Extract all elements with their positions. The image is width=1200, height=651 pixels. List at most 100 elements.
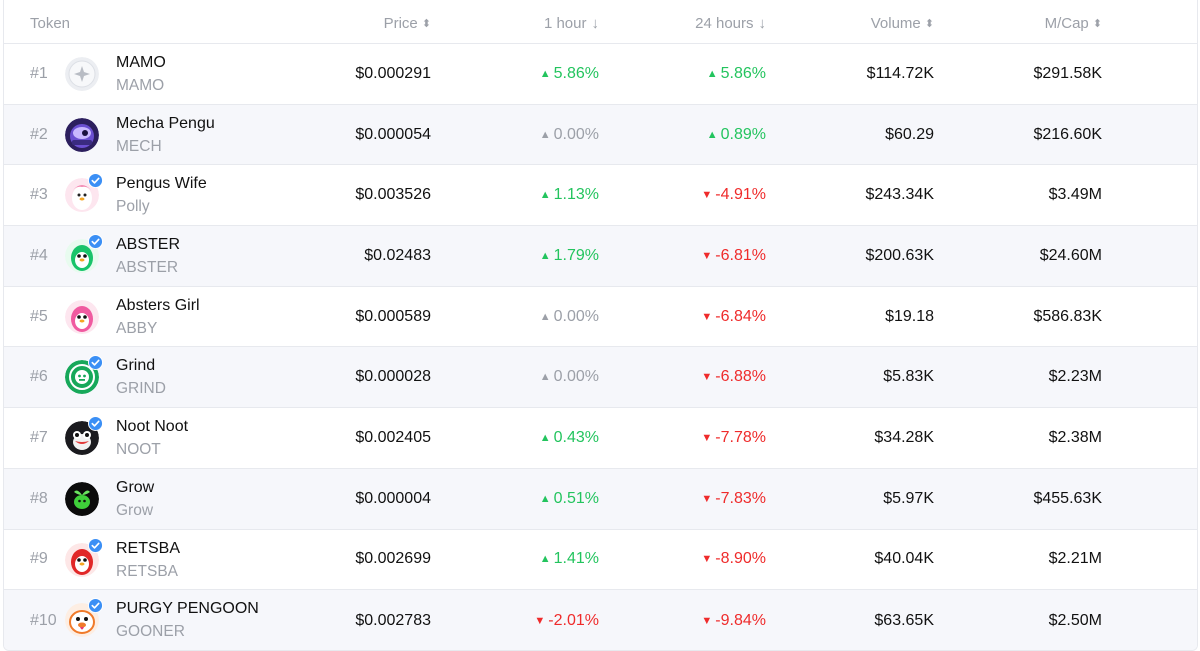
table-row[interactable]: #10 PURGY PENGOON GOONER $0.002783 ▼ -2.01% ▼ -… xyxy=(4,590,1197,650)
volume: $19.18 xyxy=(885,307,934,325)
table-row[interactable]: #9 RETSBA RETSBA $0.002699 ▲ 1.41% ▼ -8.90% $40.… xyxy=(4,530,1197,591)
change-24h: ▼ -6.81% xyxy=(701,246,766,264)
change-1h: ▲ 5.86% xyxy=(539,64,599,82)
token-symbol: NOOT xyxy=(116,441,161,459)
table-row[interactable]: #8 Grow Grow $0.000004 ▲ 0.51% ▼ -7.83% $5.97K $4… xyxy=(4,468,1197,530)
market-cap: $24.60M xyxy=(1039,246,1102,264)
volume: $63.65K xyxy=(874,611,934,629)
down-triangle-icon: ▼ xyxy=(701,371,713,384)
price: $0.02483 xyxy=(364,246,431,264)
down-triangle-icon: ▼ xyxy=(534,614,546,627)
change-24h: ▼ -4.91% xyxy=(701,186,766,204)
token-symbol: MAMO xyxy=(116,77,165,94)
token-name: Pengus Wife xyxy=(116,175,207,193)
header-1h-sort[interactable]: 1 hour ↓ xyxy=(544,0,599,44)
token-name: ABSTER xyxy=(116,236,181,254)
table-row[interactable]: #7 Noot Noot NOOT $0.002405 ▲ 0.43% ▼ -7.78% $34… xyxy=(4,408,1197,469)
token-name: Grind xyxy=(116,357,156,375)
market-cap: $216.60K xyxy=(1033,125,1102,143)
price: $0.000004 xyxy=(355,489,431,507)
price: $0.003526 xyxy=(355,186,431,204)
market-cap: $2.50M xyxy=(1048,611,1102,629)
volume: $114.72K xyxy=(866,64,934,82)
market-cap: $586.83K xyxy=(1033,307,1102,325)
token-symbol: RETSBA xyxy=(116,562,179,580)
mamo-logo-icon xyxy=(65,57,99,91)
rank: #10 xyxy=(30,611,57,629)
change-24h: ▼ -7.83% xyxy=(701,489,766,507)
up-triangle-icon: ▲ xyxy=(539,189,551,202)
change-24h: ▼ -7.78% xyxy=(701,428,766,446)
retsba-icon xyxy=(65,537,103,577)
sort-icon: ⬍ xyxy=(924,18,934,30)
sort-desc-icon: ↓ xyxy=(591,15,600,32)
down-triangle-icon: ▼ xyxy=(701,553,713,566)
change-1h: ▲ 1.13% xyxy=(539,186,599,204)
grind-icon xyxy=(65,355,103,395)
change-24h: ▼ -8.90% xyxy=(701,550,766,568)
token-symbol: GOONER xyxy=(116,623,185,641)
sort-desc-icon: ↓ xyxy=(758,15,767,32)
header-volume-sort[interactable]: Volume ⬍ xyxy=(871,0,934,44)
verified-badge-icon xyxy=(88,234,103,250)
volume: $200.63K xyxy=(865,246,934,264)
table-row[interactable]: #3 Pengus Wife Polly $0.003526 ▲ 1.13% ▼ -4.91%… xyxy=(4,165,1197,227)
change-24h: ▲ 0.89% xyxy=(706,125,766,143)
mecha-pengu-icon xyxy=(65,117,99,152)
token-symbol: ABSTER xyxy=(116,259,179,277)
change-24h: ▲ 5.86% xyxy=(706,64,766,82)
token-name: MAMO xyxy=(116,54,166,71)
change-24h: ▼ -6.88% xyxy=(701,368,766,386)
verified-badge-icon xyxy=(88,173,103,189)
token-name: Mecha Pengu xyxy=(116,114,215,132)
market-cap: $2.38M xyxy=(1048,428,1102,446)
table-row[interactable]: #5 Absters Girl ABBY $0.000589 ▲ 0.00% ▼ -6.84%… xyxy=(4,287,1197,348)
rank: #7 xyxy=(30,428,48,446)
down-triangle-icon: ▼ xyxy=(701,431,713,444)
sort-icon: ⬍ xyxy=(421,18,431,30)
token-symbol: MECH xyxy=(116,137,162,155)
verified-badge-icon xyxy=(88,416,103,432)
verified-badge-icon xyxy=(88,537,103,553)
header-token: Token xyxy=(30,15,71,32)
change-1h: ▲ 0.00% xyxy=(539,368,599,386)
token-symbol: GRIND xyxy=(116,380,166,398)
table-row[interactable]: #6 Grind GRIND $0.000028 ▲ 0.00% ▼ -6.88% $5.83K… xyxy=(4,347,1197,409)
verified-badge-icon xyxy=(88,355,103,371)
volume: $60.29 xyxy=(885,125,934,143)
market-cap: $3.49M xyxy=(1048,186,1102,204)
header-mcap-sort[interactable]: M/Cap ⬍ xyxy=(1045,0,1102,44)
market-cap: $2.23M xyxy=(1048,368,1102,386)
table-row[interactable]: #1 MAMO MAMO $0.000291 ▲ 5.86% ▲ 5.86% $114.72K $… xyxy=(4,44,1197,105)
header-24h-sort[interactable]: 24 hours ↓ xyxy=(695,0,766,44)
market-cap: $455.63K xyxy=(1033,489,1102,507)
price: $0.002405 xyxy=(355,428,431,446)
change-1h: ▲ 1.79% xyxy=(539,246,599,264)
change-1h: ▼ -2.01% xyxy=(534,611,599,629)
up-triangle-icon: ▲ xyxy=(539,67,551,80)
header-price-sort[interactable]: Price ⬍ xyxy=(384,0,431,44)
down-triangle-icon: ▼ xyxy=(701,249,713,262)
change-24h: ▼ -9.84% xyxy=(701,611,766,629)
volume: $243.34K xyxy=(865,186,934,204)
token-name: Absters Girl xyxy=(116,296,200,314)
rank: #2 xyxy=(30,125,48,143)
rank: #9 xyxy=(30,550,48,568)
absters-girl-icon xyxy=(65,299,99,334)
change-1h: ▲ 0.43% xyxy=(539,428,599,446)
price: $0.002783 xyxy=(355,611,431,629)
sort-icon: ⬍ xyxy=(1092,18,1102,30)
table-body: #1 MAMO MAMO $0.000291 ▲ 5.86% ▲ 5.86% $114.72K $… xyxy=(4,44,1197,650)
token-table: Token Price ⬍ 1 hour ↓ 24 hours ↓ Volume ⬍ M… xyxy=(3,0,1198,651)
change-1h: ▲ 0.51% xyxy=(539,489,599,507)
volume: $5.83K xyxy=(883,368,934,386)
up-triangle-icon: ▲ xyxy=(539,431,551,444)
volume: $40.04K xyxy=(874,550,934,568)
table-row[interactable]: #2 Mecha Pengu MECH $0.000054 ▲ 0.00% ▲ 0.89% $6… xyxy=(4,104,1197,166)
grow-icon xyxy=(65,481,99,516)
change-1h: ▲ 0.00% xyxy=(539,125,599,143)
down-triangle-icon: ▼ xyxy=(701,189,713,202)
table-row[interactable]: #4 ABSTER ABSTER $0.02483 ▲ 1.79% ▼ -6.81% $200.… xyxy=(4,226,1197,287)
abster-icon xyxy=(65,234,103,274)
up-triangle-icon: ▲ xyxy=(706,128,718,141)
